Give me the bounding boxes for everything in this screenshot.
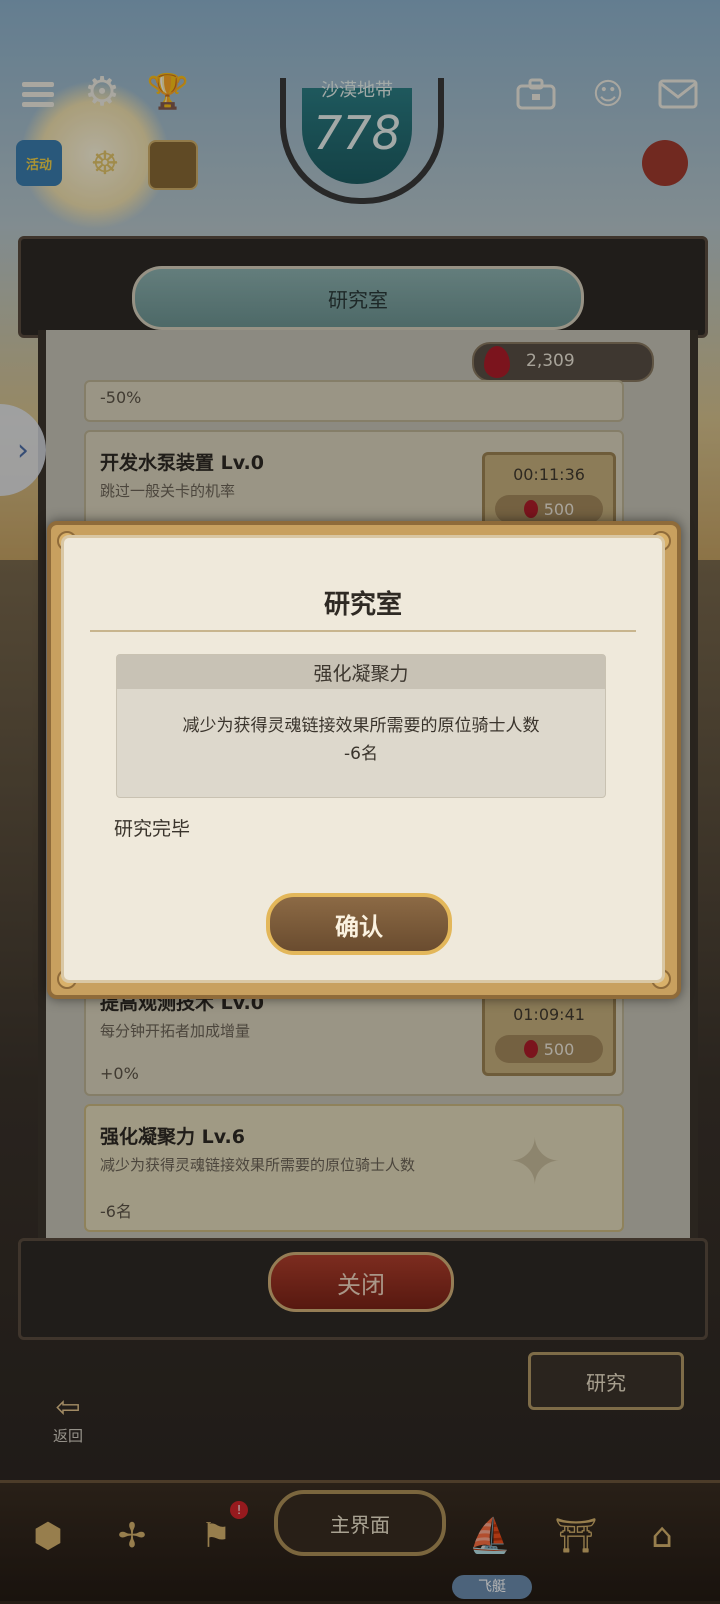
effect-value: -6名 (344, 744, 378, 764)
effect-description: 减少为获得灵魂链接效果所需要的原位骑士人数 (182, 716, 540, 736)
effect-title: 强化凝聚力 (117, 655, 605, 689)
dialog-divider (90, 630, 636, 632)
effect-box: 强化凝聚力 减少为获得灵魂链接效果所需要的原位骑士人数 -6名 (116, 654, 606, 798)
research-status: 研究完毕 (114, 818, 191, 840)
research-complete-dialog: 研究室 强化凝聚力 减少为获得灵魂链接效果所需要的原位骑士人数 -6名 研究完毕… (47, 521, 681, 999)
dialog-title: 研究室 (323, 590, 402, 620)
confirm-button[interactable]: 确认 (266, 893, 452, 955)
dialog-content: 研究室 强化凝聚力 减少为获得灵魂链接效果所需要的原位骑士人数 -6名 研究完毕… (61, 535, 665, 983)
